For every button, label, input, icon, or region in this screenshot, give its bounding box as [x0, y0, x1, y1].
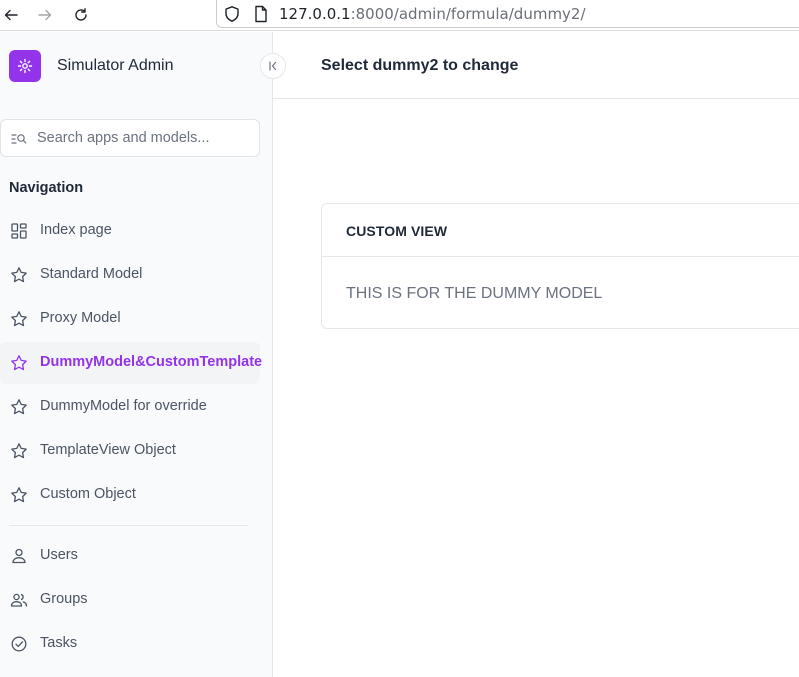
page-header: Select dummy2 to change: [273, 32, 799, 99]
sidebar-item-label: TemplateView Object: [40, 442, 176, 458]
search-input[interactable]: [37, 120, 252, 156]
address-bar[interactable]: 127.0.0.1:8000/admin/formula/dummy2/: [216, 0, 799, 28]
custom-view-card: CUSTOM VIEW THIS IS FOR THE DUMMY MODEL: [321, 203, 799, 329]
url-host: 127.0.0.1: [279, 5, 351, 23]
nav-heading: Navigation: [9, 180, 84, 196]
sidebar-item-label: DummyModel&CustomTemplate: [40, 354, 263, 370]
sidebar-item-index-page[interactable]: Index page: [0, 210, 260, 252]
sidebar-item-templateview-object[interactable]: TemplateView Object: [0, 430, 260, 472]
brand[interactable]: Simulator Admin: [9, 50, 174, 82]
sidebar-item-label: Proxy Model: [40, 310, 121, 326]
sidebar-item-custom-object[interactable]: Custom Object: [0, 474, 260, 516]
group-icon: [10, 593, 28, 607]
sidebar-item-label: Index page: [40, 222, 112, 238]
star-icon: [11, 311, 27, 327]
star-icon: [11, 267, 27, 283]
back-arrow-icon: [4, 9, 18, 21]
search-icon: [11, 134, 27, 144]
sidebar-item-label: Custom Object: [40, 486, 136, 502]
sidebar-item-label: DummyModel for override: [40, 398, 207, 414]
forward-button[interactable]: [34, 4, 56, 26]
sidebar-item-dummymodel-customtemplate[interactable]: DummyModel&CustomTemplate: [0, 342, 263, 384]
collapse-left-icon: [269, 61, 277, 71]
star-icon: [11, 399, 27, 415]
page-icon: [255, 5, 267, 23]
sidebar-item-tasks[interactable]: Tasks: [0, 623, 260, 665]
url-text[interactable]: 127.0.0.1:8000/admin/formula/dummy2/: [279, 5, 586, 23]
sidebar-item-users[interactable]: Users: [0, 535, 260, 577]
check-circle-icon: [11, 636, 27, 652]
shield-icon[interactable]: [223, 5, 241, 23]
star-icon: [11, 487, 27, 503]
grid-icon: [11, 223, 27, 239]
sidebar-item-label: Groups: [40, 591, 88, 607]
url-path: :8000/admin/formula/dummy2/: [350, 5, 586, 23]
brand-logo: [9, 50, 41, 82]
sidebar-divider: [9, 525, 248, 526]
sidebar-item-label: Tasks: [40, 635, 78, 651]
reload-button[interactable]: [70, 4, 92, 26]
page-title: Select dummy2 to change: [321, 57, 519, 74]
brand-name: Simulator Admin: [57, 57, 174, 74]
sidebar-item-groups[interactable]: Groups: [0, 579, 260, 621]
sidebar-item-proxy-model[interactable]: Proxy Model: [0, 298, 260, 340]
browser-toolbar: 127.0.0.1:8000/admin/formula/dummy2/: [0, 0, 799, 31]
gear-icon: [17, 58, 33, 74]
sidebar: Simulator Admin Navigation Index page St…: [0, 32, 273, 677]
reload-icon: [75, 8, 87, 21]
forward-arrow-icon: [38, 9, 52, 21]
star-icon: [11, 355, 27, 371]
sidebar-item-label: Users: [40, 547, 78, 563]
star-icon: [11, 443, 27, 459]
sidebar-search[interactable]: [0, 119, 260, 157]
card-title: CUSTOM VIEW: [346, 223, 448, 239]
sidebar-item-dummymodel-override[interactable]: DummyModel for override: [0, 386, 260, 428]
card-header: CUSTOM VIEW: [322, 204, 799, 257]
sidebar-collapse-button[interactable]: [260, 53, 286, 79]
sidebar-item-standard-model[interactable]: Standard Model: [0, 254, 260, 296]
card-body-text: THIS IS FOR THE DUMMY MODEL: [346, 285, 603, 302]
main-content: Select dummy2 to change CUSTOM VIEW THIS…: [273, 32, 799, 677]
back-button[interactable]: [0, 4, 22, 26]
person-icon: [12, 548, 26, 564]
sidebar-item-label: Standard Model: [40, 266, 143, 282]
